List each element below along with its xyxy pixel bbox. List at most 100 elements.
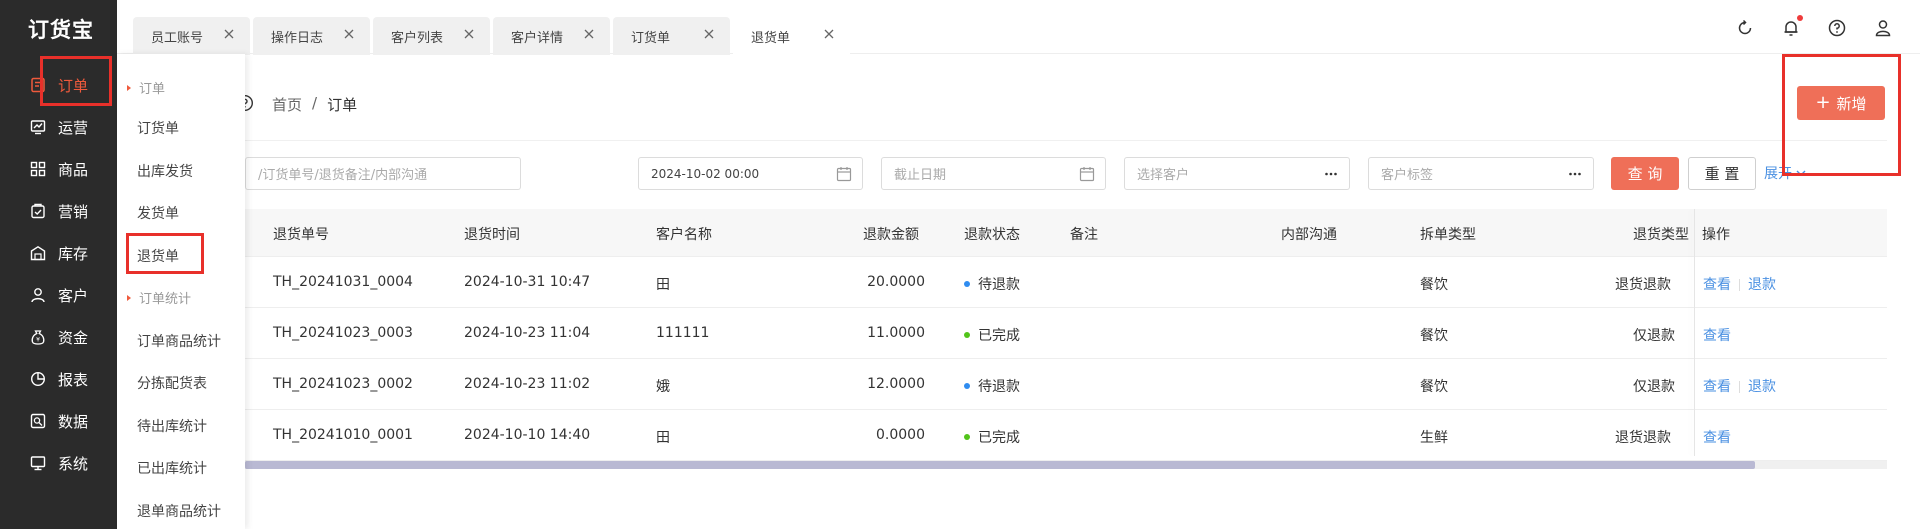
customer-name: 娥 bbox=[656, 379, 670, 395]
sidebar-item-funds[interactable]: ¥ 资金 bbox=[0, 316, 117, 358]
sidebar-item-product[interactable]: 商品 bbox=[0, 148, 117, 190]
split-type: 生鲜 bbox=[1420, 430, 1448, 446]
notification-bell-icon[interactable] bbox=[1781, 15, 1803, 38]
refund-status: 已完成 bbox=[964, 325, 1020, 345]
start-date-picker[interactable]: 2024-10-02 00:00 bbox=[638, 157, 863, 190]
customer-tag-select[interactable]: 客户标签 bbox=[1368, 157, 1594, 190]
split-type: 餐饮 bbox=[1420, 328, 1448, 344]
horizontal-scrollbar-thumb[interactable] bbox=[245, 461, 1755, 469]
view-link[interactable]: 查看 bbox=[1703, 277, 1731, 293]
return-type: 退货退款 bbox=[1615, 277, 1671, 293]
submenu-item-shipped-stats[interactable]: 已出库统计 bbox=[137, 458, 207, 478]
submenu-item-order-product-stats[interactable]: 订单商品统计 bbox=[137, 331, 221, 351]
customer-name: 田 bbox=[656, 430, 670, 446]
close-icon[interactable] bbox=[702, 27, 716, 41]
breadcrumb-home[interactable]: 首页 bbox=[272, 94, 302, 115]
view-link[interactable]: 查看 bbox=[1703, 379, 1731, 395]
table-header: 退货单号 退货时间 客户名称 退款金额 退款状态 备注 内部沟通 拆单类型 退货… bbox=[245, 209, 1887, 257]
customer-name: 111111 bbox=[656, 325, 710, 341]
fixed-column-shadow bbox=[1694, 209, 1695, 456]
refund-link[interactable]: 退款 bbox=[1748, 379, 1776, 395]
account-icon[interactable] bbox=[1873, 18, 1893, 38]
status-dot bbox=[964, 281, 970, 287]
user-icon bbox=[30, 287, 46, 303]
sidebar-item-customer[interactable]: 客户 bbox=[0, 274, 117, 316]
tab-customer-list[interactable]: 客户列表 bbox=[373, 17, 490, 55]
submenu-group-order-stats: 订单统计 bbox=[127, 288, 191, 307]
view-link[interactable]: 查看 bbox=[1703, 328, 1731, 344]
view-link[interactable]: 查看 bbox=[1703, 430, 1731, 446]
customer-select[interactable]: 选择客户 bbox=[1124, 157, 1350, 190]
tab-operation-log[interactable]: 操作日志 bbox=[253, 17, 370, 55]
status-text: 待退款 bbox=[978, 277, 1020, 293]
more-icon[interactable] bbox=[1323, 166, 1339, 182]
sidebar-item-inventory[interactable]: 库存 bbox=[0, 232, 117, 274]
end-date-picker[interactable]: 截止日期 bbox=[881, 157, 1106, 190]
sidebar-item-label: 营销 bbox=[58, 202, 89, 221]
sidebar-item-label: 运营 bbox=[58, 118, 89, 137]
return-type: 仅退款 bbox=[1633, 379, 1675, 395]
sidebar-item-data[interactable]: 数据 bbox=[0, 400, 117, 442]
marketing-icon bbox=[30, 203, 46, 219]
tab-customer-detail[interactable]: 客户详情 bbox=[493, 17, 610, 55]
query-button[interactable]: 查 询 bbox=[1611, 157, 1679, 190]
warehouse-icon bbox=[30, 245, 46, 261]
sidebar-item-report[interactable]: 报表 bbox=[0, 358, 117, 400]
refund-link[interactable]: 退款 bbox=[1748, 277, 1776, 293]
column-header: 备注 bbox=[1070, 227, 1098, 243]
column-header: 退款状态 bbox=[964, 227, 1020, 243]
annotation-box-return-submenu bbox=[126, 233, 204, 274]
submenu-item-picking-sheet[interactable]: 分拣配货表 bbox=[137, 373, 207, 393]
refund-amount: 11.0000 bbox=[867, 325, 925, 341]
reset-button[interactable]: 重 置 bbox=[1688, 157, 1756, 190]
close-icon[interactable] bbox=[222, 27, 236, 41]
submenu-item-pending-outbound-stats[interactable]: 待出库统计 bbox=[137, 416, 207, 436]
more-icon[interactable] bbox=[1567, 166, 1583, 182]
tab-label: 订货单 bbox=[631, 30, 671, 46]
submenu-group-label: 订单 bbox=[139, 82, 166, 97]
monitor-icon bbox=[30, 455, 46, 471]
operation-cell: 查看 退款 bbox=[1703, 376, 1776, 396]
submenu-group-order: 订单 bbox=[127, 78, 165, 97]
submenu-item-delivery-order[interactable]: 发货单 bbox=[137, 203, 179, 223]
close-icon[interactable] bbox=[822, 27, 836, 41]
submenu-item-outbound-delivery[interactable]: 出库发货 bbox=[137, 161, 193, 181]
refund-amount: 0.0000 bbox=[876, 427, 925, 443]
op-separator bbox=[1739, 381, 1740, 393]
submenu-item-purchase-order[interactable]: 订货单 bbox=[137, 118, 179, 138]
return-time: 2024-10-10 14:40 bbox=[464, 427, 591, 443]
sidebar-item-marketing[interactable]: 营销 bbox=[0, 190, 117, 232]
submenu-group-label: 订单统计 bbox=[139, 292, 192, 307]
return-type: 退货退款 bbox=[1615, 430, 1671, 446]
return-number: TH_20241031_0004 bbox=[273, 274, 413, 290]
help-icon[interactable] bbox=[1827, 18, 1847, 38]
column-header: 退货类型 bbox=[1633, 227, 1689, 243]
status-dot bbox=[964, 383, 970, 389]
annotation-box-order-nav bbox=[40, 56, 112, 106]
refresh-icon[interactable] bbox=[1735, 18, 1755, 38]
end-date-placeholder: 截止日期 bbox=[894, 168, 947, 183]
grid-icon bbox=[30, 161, 46, 177]
tab-return-order[interactable]: 退货单 bbox=[733, 17, 850, 55]
sidebar-item-operation[interactable]: 运营 bbox=[0, 106, 117, 148]
keyword-search-input[interactable]: /订货单号/退货备注/内部沟通 bbox=[245, 157, 521, 190]
table-row: TH_20241023_0002 2024-10-23 11:02 娥 12.0… bbox=[245, 359, 1887, 410]
header-divider bbox=[245, 140, 1887, 141]
tab-label: 退货单 bbox=[751, 30, 791, 46]
column-header: 操作 bbox=[1702, 227, 1730, 243]
refund-status: 待退款 bbox=[964, 274, 1020, 294]
operation-cell: 查看 bbox=[1703, 427, 1731, 447]
close-icon[interactable] bbox=[342, 27, 356, 41]
tab-purchase-order[interactable]: 订货单 bbox=[613, 17, 730, 55]
status-text: 待退款 bbox=[978, 379, 1020, 395]
close-icon[interactable] bbox=[582, 27, 596, 41]
submenu-item-return-product-stats[interactable]: 退单商品统计 bbox=[137, 501, 221, 521]
refund-status: 已完成 bbox=[964, 427, 1020, 447]
sidebar-item-system[interactable]: 系统 bbox=[0, 442, 117, 484]
tab-employee-account[interactable]: 员工账号 bbox=[133, 17, 250, 55]
breadcrumb: 首页 / 订单 bbox=[272, 94, 357, 115]
caret-right-icon bbox=[127, 84, 131, 91]
sidebar-item-label: 商品 bbox=[58, 160, 89, 179]
data-icon bbox=[30, 413, 46, 429]
close-icon[interactable] bbox=[462, 27, 476, 41]
